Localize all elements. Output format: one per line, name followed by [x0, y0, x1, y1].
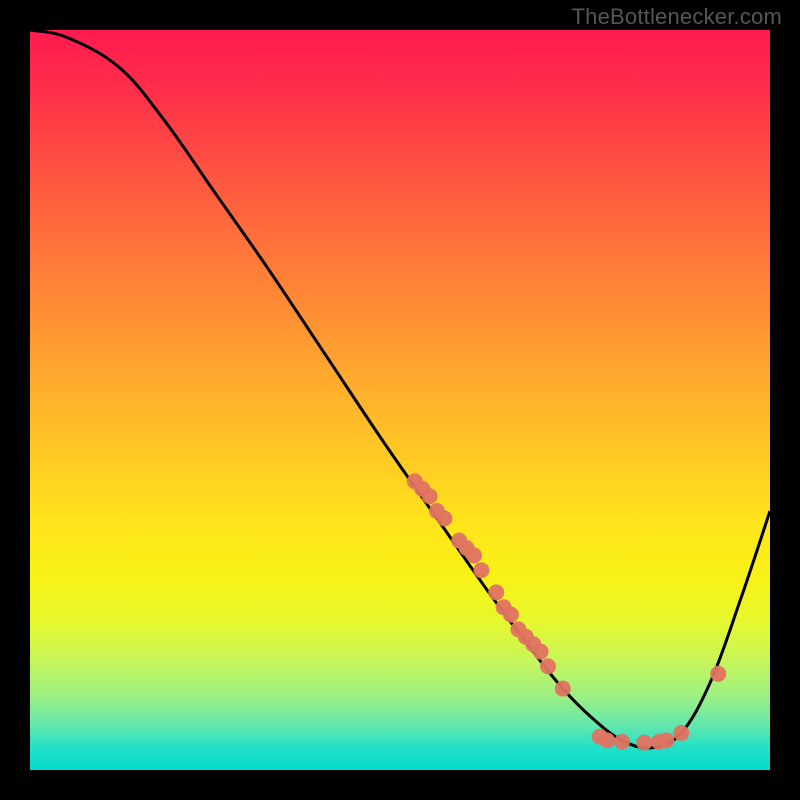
- marker-point: [533, 644, 549, 660]
- marker-point: [636, 735, 652, 751]
- chart-container: TheBottlenecker.com: [0, 0, 800, 800]
- curve-layer: [30, 30, 770, 748]
- marker-point: [599, 732, 615, 748]
- marker-point: [710, 666, 726, 682]
- marker-point: [555, 681, 571, 697]
- marker-point: [540, 658, 556, 674]
- marker-point: [673, 725, 689, 741]
- bottleneck-curve-path: [30, 30, 770, 748]
- marker-point: [422, 488, 438, 504]
- marker-point: [466, 547, 482, 563]
- marker-point: [614, 734, 630, 750]
- marker-point: [488, 584, 504, 600]
- credit-label: TheBottlenecker.com: [572, 4, 782, 30]
- marker-point: [503, 607, 519, 623]
- marker-layer: [407, 473, 726, 750]
- marker-point: [436, 510, 452, 526]
- marker-point: [658, 732, 674, 748]
- marker-point: [473, 562, 489, 578]
- plot-area: [30, 30, 770, 770]
- chart-svg: [30, 30, 770, 770]
